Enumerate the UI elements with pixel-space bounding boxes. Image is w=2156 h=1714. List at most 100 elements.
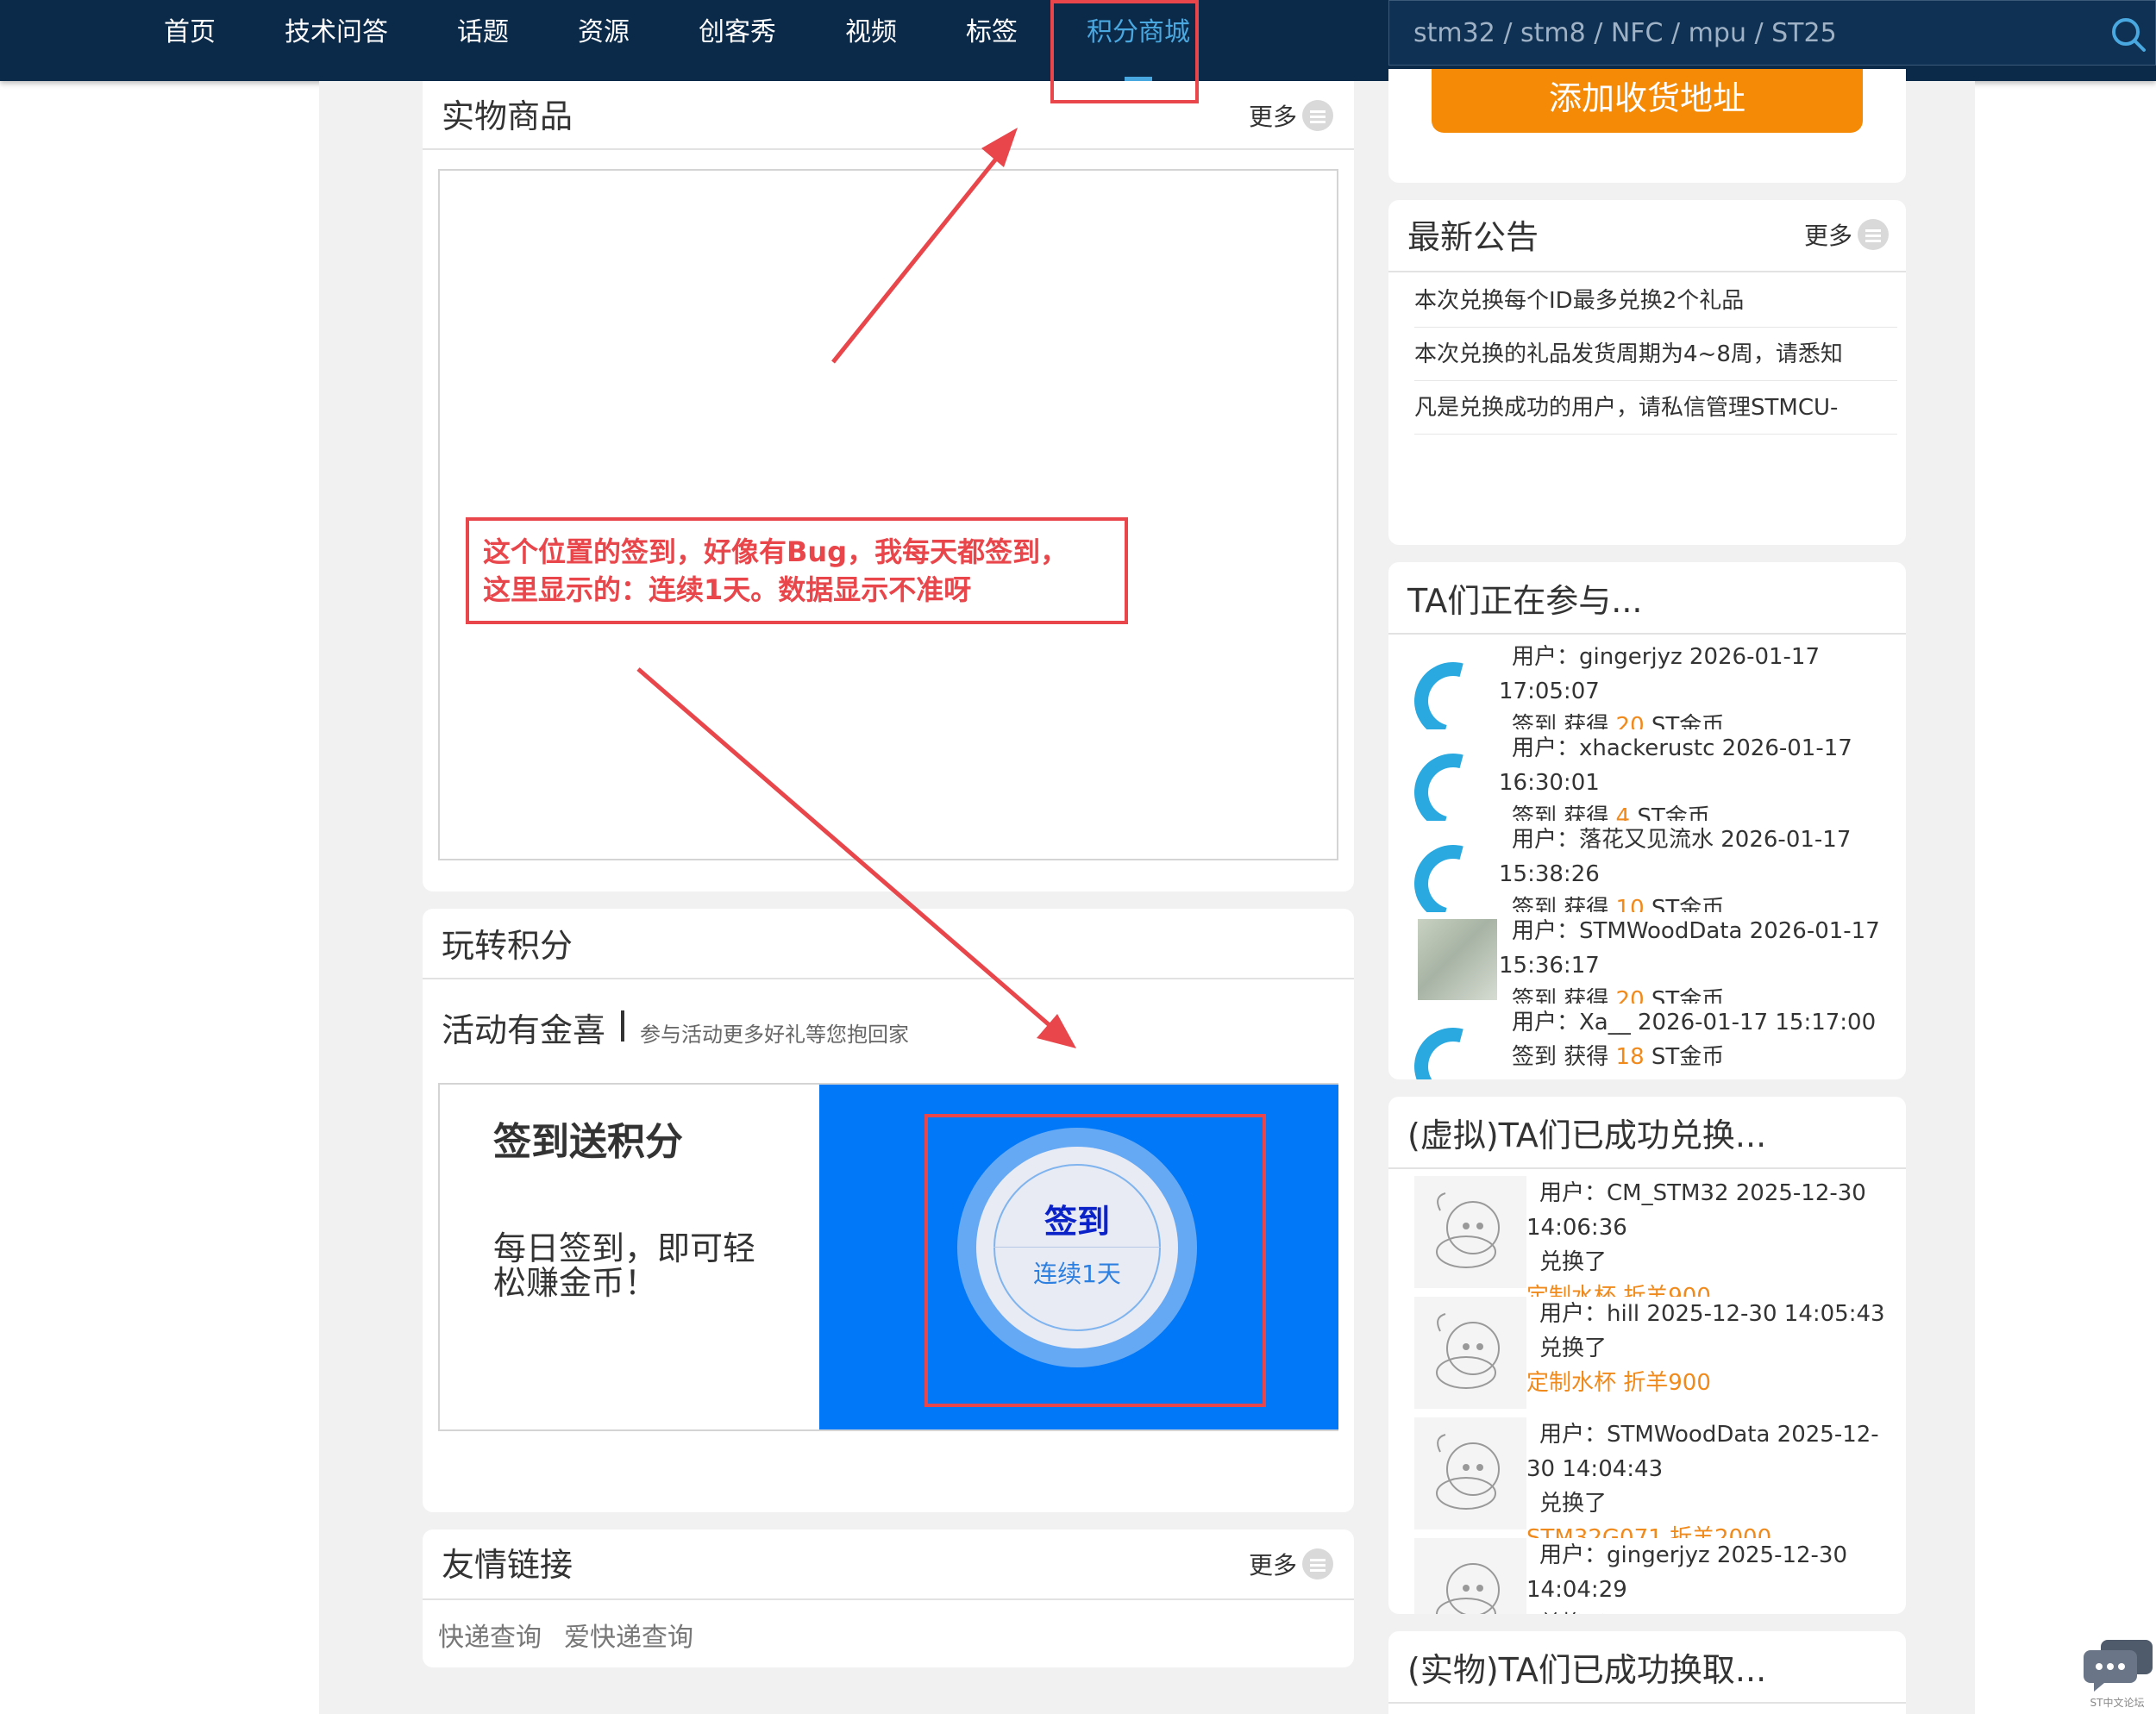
nav-topics[interactable]: 话题 — [423, 0, 543, 81]
physical-goods-card: 实物商品 更多 — [423, 81, 1354, 891]
participant-user: 用户：Xa__ 2026-01-17 15:17:00 — [1512, 1010, 1877, 1035]
activity-heading: 活动有金喜 参与活动更多好礼等您抱回家 — [442, 1004, 909, 1051]
notice-item[interactable]: 本次兑换的礼品发货周期为4~8周，请悉知 — [1414, 336, 1897, 381]
earned-unit: ST金币 — [1651, 896, 1725, 912]
earned-amount: 20 — [1615, 713, 1645, 729]
participant-earned: 签到 获得 10 ST金币 — [1499, 891, 1904, 912]
user-avatar — [1400, 647, 1507, 729]
list-icon — [1302, 1548, 1333, 1580]
user-avatar — [1418, 919, 1497, 1000]
monkey-avatar-icon — [1414, 1538, 1526, 1614]
monkey-avatar-icon — [1414, 1417, 1526, 1529]
physical-goods-title: 实物商品 — [442, 97, 573, 135]
participant-item[interactable]: 用户：xhackerustc 2026-01-17 16:30:01 签到 获得 … — [1388, 731, 1906, 821]
nav-maker-show[interactable]: 创客秀 — [664, 0, 811, 81]
participant-text: 用户：xhackerustc 2026-01-17 16:30:01 签到 获得 … — [1499, 731, 1904, 821]
divider — [1388, 1167, 1906, 1169]
divider — [423, 978, 1354, 979]
exchange-action: 兑换了 — [1526, 1607, 1897, 1614]
participant-text: 用户：Xa__ 2026-01-17 15:17:00 签到 获得 18 ST金币 — [1499, 1005, 1904, 1074]
notice-item[interactable]: 本次兑换每个ID最多兑换2个礼品 — [1414, 283, 1897, 328]
exchange-user: 用户：gingerjyz 2025-12-30 14:04:29 — [1526, 1542, 1848, 1603]
nav-videos[interactable]: 视频 — [811, 0, 931, 81]
more-label: 更多 — [1803, 222, 1852, 250]
notices-more[interactable]: 更多 — [1804, 217, 1889, 252]
more-label: 更多 — [1248, 103, 1297, 131]
earned-label: 签到 获得 — [1512, 804, 1609, 821]
chat-bubble-icon — [2084, 1640, 2153, 1692]
participant-text: 用户：落花又见流水 2026-01-17 15:38:26 签到 获得 10 ST… — [1499, 823, 1904, 912]
chat-widget[interactable]: ST中文论坛 — [2078, 1638, 2156, 1714]
annotation-box-note: 这个位置的签到，好像有Bug，我每天都签到， 这里显示的：连续1天。数据显示不准… — [466, 517, 1128, 624]
exchange-item[interactable]: 用户：gingerjyz 2025-12-30 14:04:29 兑换了 — [1414, 1538, 1897, 1614]
physical-exchanged-title: (实物)TA们已成功换取... — [1407, 1651, 1767, 1689]
activity-subtitle: 参与活动更多好礼等您抱回家 — [640, 1023, 910, 1047]
link-express-query[interactable]: 快递查询 — [438, 1616, 542, 1654]
divider — [423, 1598, 1354, 1600]
address-card: 添加收货地址 — [1388, 69, 1906, 183]
participant-earned: 签到 获得 4 ST金币 — [1499, 800, 1904, 821]
earned-label: 签到 获得 — [1512, 896, 1609, 912]
earned-label: 签到 获得 — [1512, 713, 1609, 729]
heading-separator — [621, 1010, 625, 1042]
participants-card: TA们正在参与... 用户：gingerjyz 2026-01-17 17:05… — [1388, 562, 1906, 1079]
annotation-box-checkin — [924, 1114, 1266, 1407]
exchange-user: 用户：CM_STM32 2025-12-30 14:06:36 — [1526, 1180, 1866, 1241]
monkey-avatar-icon — [1414, 1176, 1526, 1288]
participant-text: 用户：STMWoodData 2026-01-17 15:36:17 签到 获得 … — [1499, 914, 1904, 1004]
earned-label: 签到 获得 — [1512, 987, 1609, 1004]
notices-title: 最新公告 — [1407, 218, 1539, 256]
annotation-line: 这个位置的签到，好像有Bug，我每天都签到， — [483, 535, 1069, 568]
exchange-text: 用户：gingerjyz 2025-12-30 14:04:29 兑换了 — [1526, 1538, 1897, 1614]
virtual-exchanged-card: (虚拟)TA们已成功兑换... 用户：CM_STM32 2025-12-30 1… — [1388, 1097, 1906, 1614]
participant-user: 用户：落花又见流水 2026-01-17 15:38:26 — [1499, 827, 1852, 887]
participant-item[interactable]: 用户：gingerjyz 2026-01-17 17:05:07 签到 获得 20… — [1388, 640, 1906, 729]
nav-resources[interactable]: 资源 — [543, 0, 664, 81]
link-list: 快递查询 爱快递查询 — [438, 1616, 693, 1654]
divider — [1388, 1702, 1906, 1704]
exchange-gift: 定制水杯 折羊900 — [1526, 1370, 1711, 1396]
participant-text: 用户：gingerjyz 2026-01-17 17:05:07 签到 获得 20… — [1499, 640, 1904, 729]
earned-amount: 4 — [1615, 804, 1631, 821]
exchange-user: 用户：hill 2025-12-30 14:05:43 — [1539, 1301, 1885, 1327]
exchange-gift: STM32G071 折羊2000 — [1526, 1525, 1772, 1538]
physical-exchanged-card: (实物)TA们已成功换取... — [1388, 1631, 1906, 1714]
participant-item[interactable]: 用户：Xa__ 2026-01-17 15:17:00 签到 获得 18 ST金币 — [1388, 1005, 1906, 1079]
search-icon[interactable] — [2110, 16, 2147, 53]
user-avatar — [1400, 739, 1507, 821]
divider — [1388, 271, 1906, 272]
notice-item[interactable]: 凡是兑换成功的用户，请私信管理STMCU- — [1414, 390, 1897, 435]
participant-earned: 签到 获得 20 ST金币 — [1499, 983, 1904, 1004]
notices-card: 最新公告 更多 本次兑换每个ID最多兑换2个礼品 本次兑换的礼品发货周期为4~8… — [1388, 200, 1906, 545]
friendly-links-more[interactable]: 更多 — [1249, 1547, 1333, 1581]
exchange-text: 用户：STMWoodData 2025-12-30 14:04:43 兑换了 STM… — [1526, 1417, 1897, 1538]
earned-unit: ST金币 — [1651, 987, 1725, 1004]
participant-user: 用户：STMWoodData 2026-01-17 15:36:17 — [1499, 918, 1880, 979]
add-address-button[interactable]: 添加收货地址 — [1432, 69, 1863, 133]
exchange-item[interactable]: 用户：hill 2025-12-30 14:05:43 兑换了 定制水杯 折羊900 — [1414, 1297, 1897, 1417]
participant-item[interactable]: 用户：STMWoodData 2026-01-17 15:36:17 签到 获得 … — [1388, 914, 1906, 1004]
nav-home[interactable]: 首页 — [129, 0, 250, 81]
search-box — [1388, 0, 2156, 66]
link-ikuaidi-query[interactable]: 爱快递查询 — [564, 1616, 693, 1654]
exchange-text: 用户：CM_STM32 2025-12-30 14:06:36 兑换了 定制水杯 折… — [1526, 1176, 1897, 1297]
user-avatar — [1400, 830, 1507, 912]
monkey-avatar-icon — [1414, 1297, 1526, 1409]
checkin-description: 每日签到，即可轻松赚金币！ — [493, 1229, 756, 1302]
exchange-gift: 定制水杯 折羊900 — [1526, 1284, 1711, 1297]
earned-amount: 20 — [1615, 987, 1645, 1004]
goods-frame — [438, 169, 1338, 860]
exchange-item[interactable]: 用户：CM_STM32 2025-12-30 14:06:36 兑换了 定制水杯 折… — [1414, 1176, 1897, 1297]
chat-widget-label: ST中文论坛 — [2090, 1697, 2145, 1709]
search-input[interactable] — [1413, 11, 2086, 54]
physical-goods-more[interactable]: 更多 — [1249, 98, 1333, 133]
participant-item[interactable]: 用户：落花又见流水 2026-01-17 15:38:26 签到 获得 10 ST… — [1388, 823, 1906, 912]
annotation-box-nav — [1050, 0, 1199, 103]
nav-tags[interactable]: 标签 — [931, 0, 1052, 81]
nav-tech-qa[interactable]: 技术问答 — [250, 0, 423, 81]
earned-unit: ST金币 — [1651, 713, 1725, 729]
participant-earned: 签到 获得 20 ST金币 — [1499, 709, 1904, 729]
exchange-item[interactable]: 用户：STMWoodData 2025-12-30 14:04:43 兑换了 STM… — [1414, 1417, 1897, 1538]
checkin-title: 签到送积分 — [493, 1120, 683, 1164]
earned-label: 签到 获得 — [1512, 1044, 1609, 1070]
